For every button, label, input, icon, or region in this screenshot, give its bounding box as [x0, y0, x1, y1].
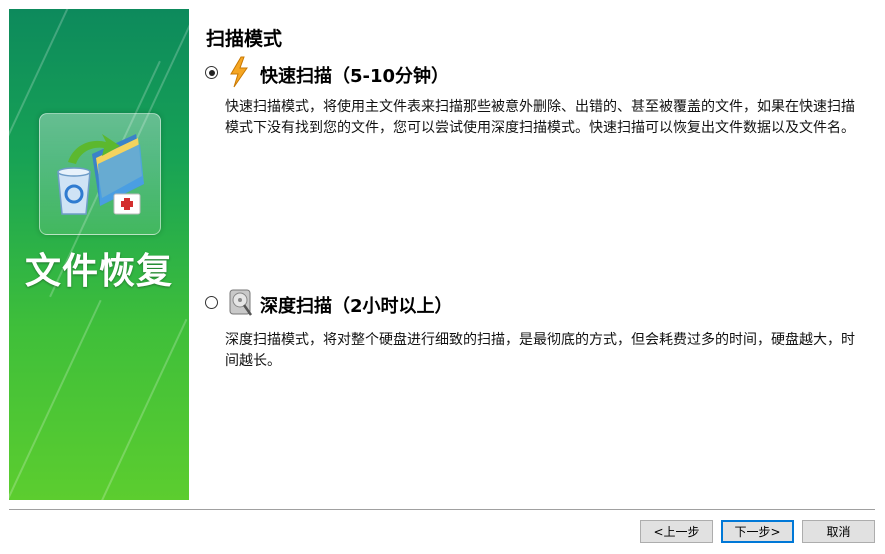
- quick-scan-title[interactable]: 快速扫描（5-10分钟）: [260, 62, 449, 88]
- sidebar-title: 文件恢复: [24, 251, 173, 292]
- decorative-streak: [9, 299, 102, 500]
- decorative-streak: [92, 318, 188, 500]
- deep-scan-title[interactable]: 深度扫描（2小时以上）: [260, 292, 453, 318]
- footer-divider: [9, 509, 875, 510]
- deep-scan-radio[interactable]: [205, 296, 218, 309]
- lightning-icon: [228, 56, 250, 88]
- recycle-bin-folder-recovery-icon: [39, 113, 161, 235]
- scan-mode-heading: 扫描模式: [206, 28, 283, 50]
- sidebar-banner: 文件恢复: [9, 9, 189, 500]
- quick-scan-description: 快速扫描模式，将使用主文件表来扫描那些被意外删除、出错的、甚至被覆盖的文件，如果…: [225, 99, 855, 136]
- next-button[interactable]: 下一步>: [721, 520, 794, 543]
- deep-scan-description: 深度扫描模式，将对整个硬盘进行细致的扫描，是最彻底的方式，但会耗费过多的时间，硬…: [225, 332, 855, 369]
- quick-scan-radio[interactable]: [205, 66, 218, 79]
- hard-disk-search-icon: [228, 288, 254, 318]
- back-button[interactable]: <上一步: [640, 520, 713, 543]
- cancel-button[interactable]: 取消: [802, 520, 875, 543]
